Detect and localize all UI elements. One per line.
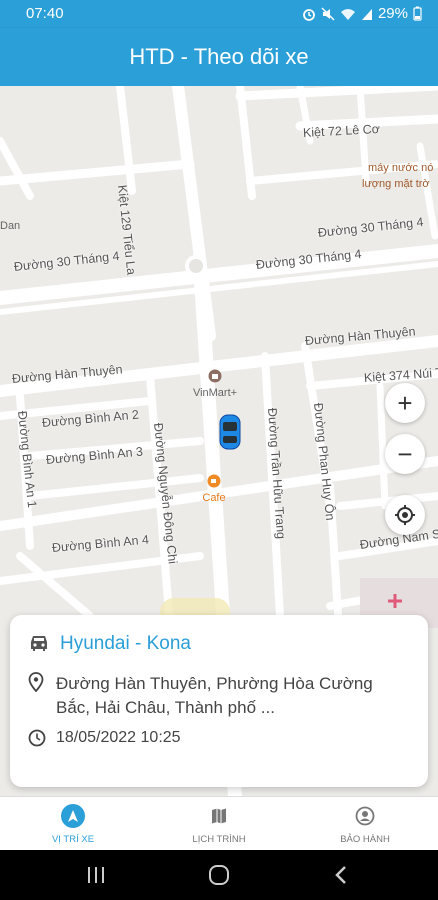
shopping-icon [208,369,222,383]
plus-icon: + [397,388,413,418]
poi-label: lượng mặt trờ [362,178,430,190]
alarm-icon [303,8,315,21]
signal-icon [361,8,372,20]
vehicle-address-row: Đường Hàn Thuyên, Phường Hòa Cường Bắc, … [28,672,396,720]
vinmart-marker[interactable]: VinMart+ [192,369,238,401]
vinmart-label: VinMart+ [192,387,238,399]
recent-apps-icon[interactable] [86,866,106,884]
car-marker-icon[interactable] [219,414,241,450]
nav-schedule[interactable]: LỊCH TRÌNH [146,797,292,851]
status-icons: 29% [302,5,422,22]
location-arrow-icon [61,803,85,828]
nav-label: BẢO HÀNH [340,833,390,845]
cafe-icon [207,474,221,488]
vehicle-info-card[interactable]: Hyundai - Kona Đường Hàn Thuyên, Phường … [10,615,428,787]
mute-icon [321,6,335,21]
car-icon [31,636,47,651]
poi-label: Dan [0,220,21,232]
status-bar: 07:40 29% [0,0,438,28]
cafe-label: Cafe [202,492,226,504]
map-icon [207,804,231,828]
crosshair-icon [395,505,415,525]
location-pin-icon [28,672,44,692]
vehicle-name-row: Hyundai - Kona [28,633,191,655]
vehicle-time-row: 18/05/2022 10:25 [28,729,181,747]
bottom-nav: VỊ TRÍ XE LỊCH TRÌNH BẢO HÀNH [0,796,438,851]
zoom-out-button[interactable]: − [385,434,425,474]
home-icon[interactable] [208,864,230,886]
clock-icon [28,729,46,747]
battery-icon [413,6,422,21]
vehicle-timestamp: 18/05/2022 10:25 [56,729,181,746]
poi-label: máy nước nó [368,162,434,174]
vehicle-name: Hyundai - Kona [60,633,191,654]
page-title: HTD - Theo dõi xe [129,44,309,69]
nav-label: LỊCH TRÌNH [192,833,246,845]
minus-icon: − [397,439,413,469]
app-bar: HTD - Theo dõi xe [0,28,438,86]
wifi-icon [340,8,355,20]
zoom-in-button[interactable]: + [385,383,425,423]
back-icon[interactable] [334,865,348,885]
battery-text: 29% [377,5,408,22]
nav-vehicle-location[interactable]: VỊ TRÍ XE [0,797,146,851]
status-time: 07:40 [26,5,64,22]
warranty-icon [353,804,377,828]
nav-label: VỊ TRÍ XE [51,833,95,845]
nav-warranty[interactable]: BẢO HÀNH [292,797,438,851]
system-nav-bar [0,850,438,900]
my-location-button[interactable] [385,495,425,535]
vehicle-address: Đường Hàn Thuyên, Phường Hòa Cường Bắc, … [56,674,373,717]
cafe-marker[interactable]: Cafe [198,474,230,506]
